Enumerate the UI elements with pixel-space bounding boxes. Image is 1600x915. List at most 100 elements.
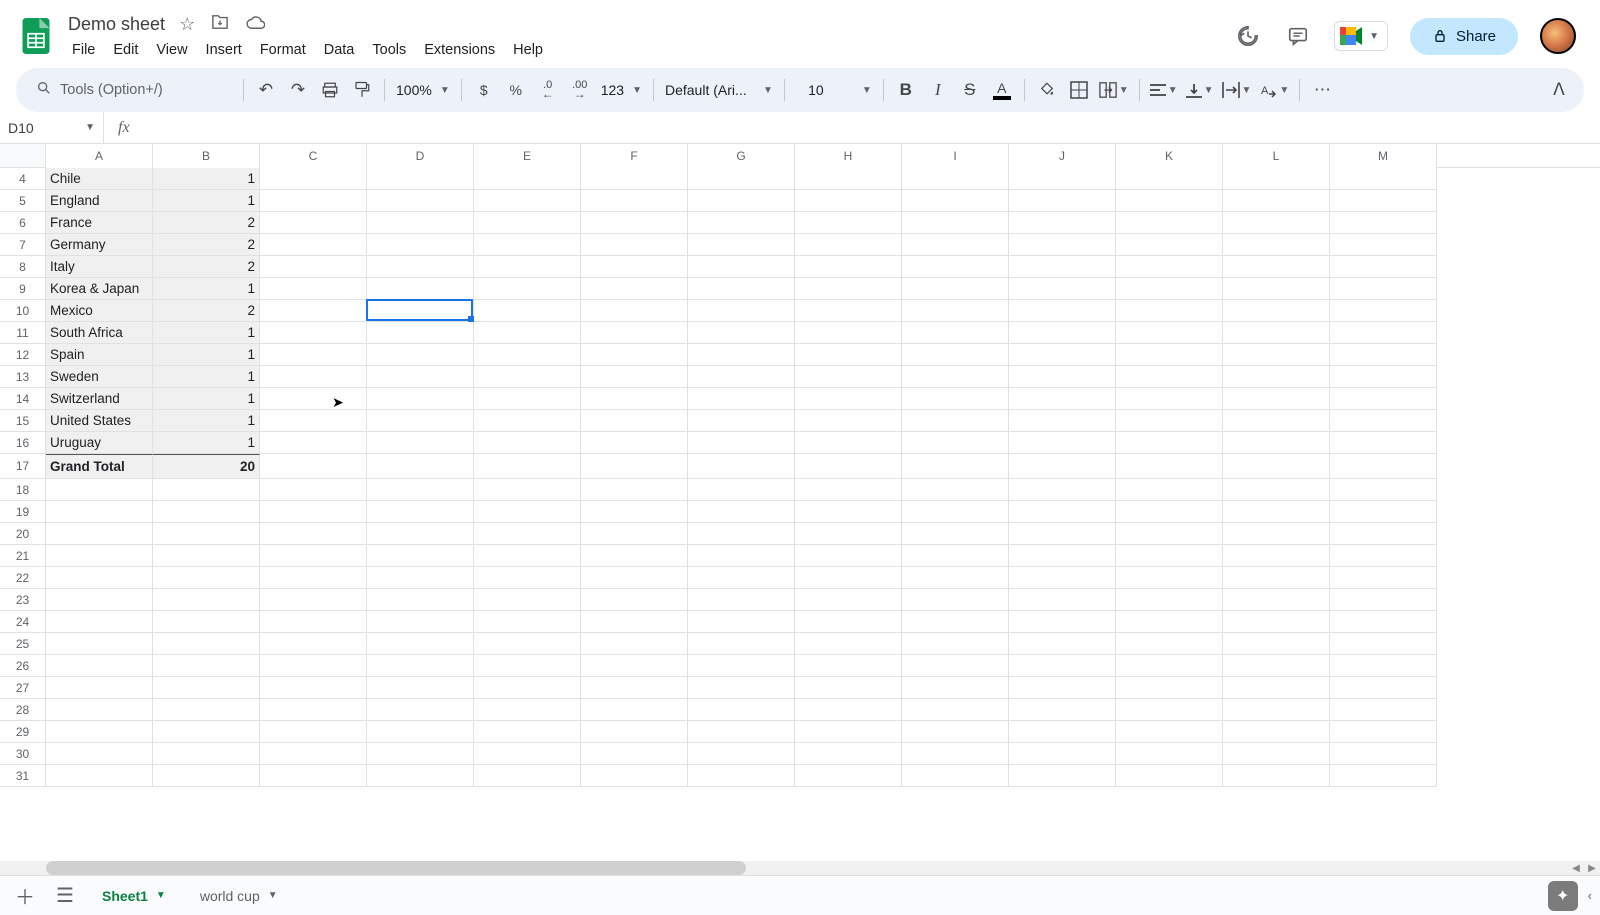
cell-B27[interactable] [153, 677, 260, 699]
cell-H10[interactable] [795, 300, 902, 322]
strikethrough-button[interactable]: S [955, 75, 985, 105]
cell-A7[interactable]: Germany [46, 234, 153, 256]
cell-I27[interactable] [902, 677, 1009, 699]
cell-F9[interactable] [581, 278, 688, 300]
cell-C28[interactable] [260, 699, 367, 721]
cell-K10[interactable] [1116, 300, 1223, 322]
horizontal-align-button[interactable]: ▼ [1147, 75, 1181, 105]
cell-L9[interactable] [1223, 278, 1330, 300]
cell-F19[interactable] [581, 501, 688, 523]
menu-file[interactable]: File [64, 38, 103, 62]
chevron-down-icon[interactable]: ▼ [156, 890, 166, 901]
cell-E25[interactable] [474, 633, 581, 655]
cell-C5[interactable] [260, 190, 367, 212]
cell-J25[interactable] [1009, 633, 1116, 655]
cell-L19[interactable] [1223, 501, 1330, 523]
cell-K11[interactable] [1116, 322, 1223, 344]
cell-H8[interactable] [795, 256, 902, 278]
cell-K22[interactable] [1116, 567, 1223, 589]
cell-B15[interactable]: 1 [153, 410, 260, 432]
cell-H19[interactable] [795, 501, 902, 523]
cell-K15[interactable] [1116, 410, 1223, 432]
move-icon[interactable] [211, 14, 229, 35]
cell-D19[interactable] [367, 501, 474, 523]
row-header-22[interactable]: 22 [0, 567, 46, 589]
scroll-left-icon[interactable]: ◀ [1568, 861, 1584, 875]
name-box[interactable]: D10 ▼ [0, 112, 104, 143]
cell-L23[interactable] [1223, 589, 1330, 611]
cell-F18[interactable] [581, 479, 688, 501]
cell-H29[interactable] [795, 721, 902, 743]
cell-A24[interactable] [46, 611, 153, 633]
cell-F4[interactable] [581, 168, 688, 190]
cell-H25[interactable] [795, 633, 902, 655]
cell-D10[interactable] [367, 300, 474, 322]
cell-J10[interactable] [1009, 300, 1116, 322]
row-header-15[interactable]: 15 [0, 410, 46, 432]
cell-M13[interactable] [1330, 366, 1437, 388]
scroll-right-icon[interactable]: ▶ [1584, 861, 1600, 875]
cell-G8[interactable] [688, 256, 795, 278]
cell-L17[interactable] [1223, 454, 1330, 479]
cell-E31[interactable] [474, 765, 581, 787]
cell-C30[interactable] [260, 743, 367, 765]
more-toolbar-button[interactable]: ⋯ [1307, 75, 1337, 105]
cell-H26[interactable] [795, 655, 902, 677]
cell-I10[interactable] [902, 300, 1009, 322]
row-header-9[interactable]: 9 [0, 278, 46, 300]
cell-G24[interactable] [688, 611, 795, 633]
cell-H14[interactable] [795, 388, 902, 410]
cell-I8[interactable] [902, 256, 1009, 278]
cell-M8[interactable] [1330, 256, 1437, 278]
column-header-M[interactable]: M [1330, 144, 1437, 168]
cell-I30[interactable] [902, 743, 1009, 765]
cell-E8[interactable] [474, 256, 581, 278]
cell-E5[interactable] [474, 190, 581, 212]
percent-button[interactable]: % [501, 75, 531, 105]
row-header-4[interactable]: 4 [0, 168, 46, 190]
all-sheets-button[interactable]: ☰ [48, 881, 82, 911]
cell-G22[interactable] [688, 567, 795, 589]
cell-E27[interactable] [474, 677, 581, 699]
cell-C17[interactable] [260, 454, 367, 479]
zoom-dropdown[interactable]: 100%▼ [392, 82, 454, 98]
toolbar-search[interactable]: Tools (Option+/) [26, 78, 236, 102]
cell-C26[interactable] [260, 655, 367, 677]
cell-K28[interactable] [1116, 699, 1223, 721]
cell-F15[interactable] [581, 410, 688, 432]
cell-H18[interactable] [795, 479, 902, 501]
cell-B30[interactable] [153, 743, 260, 765]
cell-E29[interactable] [474, 721, 581, 743]
horizontal-scrollbar[interactable]: ◀ ▶ [0, 861, 1600, 875]
cell-J15[interactable] [1009, 410, 1116, 432]
row-header-17[interactable]: 17 [0, 454, 46, 479]
cell-K31[interactable] [1116, 765, 1223, 787]
cell-B5[interactable]: 1 [153, 190, 260, 212]
menu-help[interactable]: Help [505, 38, 551, 62]
cell-B9[interactable]: 1 [153, 278, 260, 300]
cell-A5[interactable]: England [46, 190, 153, 212]
cell-E20[interactable] [474, 523, 581, 545]
cell-F30[interactable] [581, 743, 688, 765]
cell-G9[interactable] [688, 278, 795, 300]
cell-D17[interactable] [367, 454, 474, 479]
cell-A21[interactable] [46, 545, 153, 567]
cell-J8[interactable] [1009, 256, 1116, 278]
cell-I14[interactable] [902, 388, 1009, 410]
cell-D5[interactable] [367, 190, 474, 212]
cell-G13[interactable] [688, 366, 795, 388]
row-header-27[interactable]: 27 [0, 677, 46, 699]
cell-K18[interactable] [1116, 479, 1223, 501]
cell-H9[interactable] [795, 278, 902, 300]
cell-E4[interactable] [474, 168, 581, 190]
cell-D12[interactable] [367, 344, 474, 366]
cell-E28[interactable] [474, 699, 581, 721]
cell-B16[interactable]: 1 [153, 432, 260, 454]
cell-I16[interactable] [902, 432, 1009, 454]
cell-E16[interactable] [474, 432, 581, 454]
column-header-G[interactable]: G [688, 144, 795, 168]
cell-E9[interactable] [474, 278, 581, 300]
cell-J19[interactable] [1009, 501, 1116, 523]
cell-L14[interactable] [1223, 388, 1330, 410]
column-header-L[interactable]: L [1223, 144, 1330, 168]
